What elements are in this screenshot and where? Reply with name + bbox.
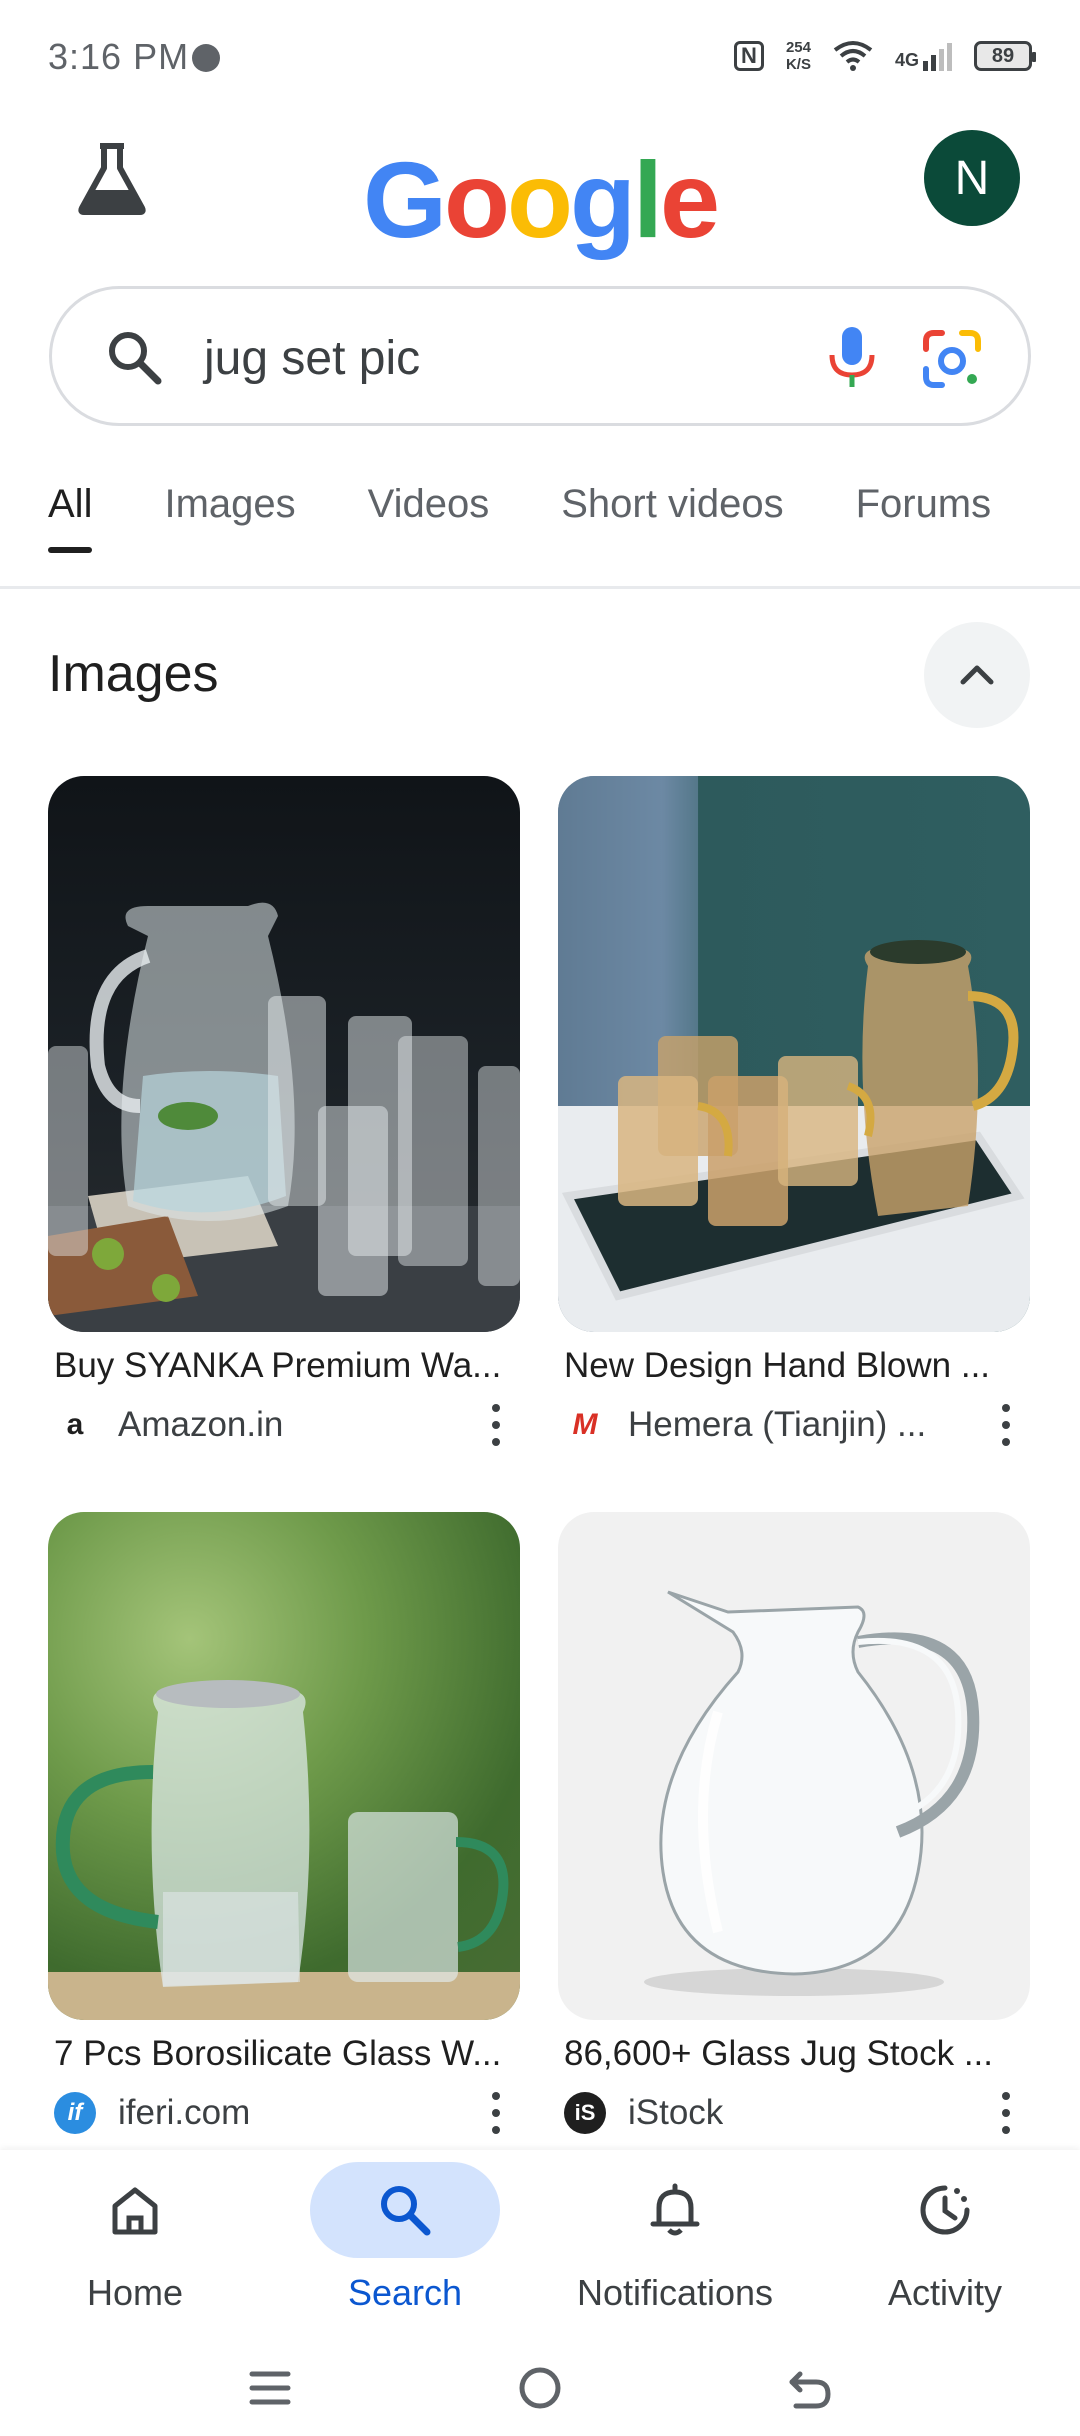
image-caption[interactable]: 7 Pcs Borosilicate Glass W... <box>48 2034 520 2074</box>
image-caption[interactable]: New Design Hand Blown ... <box>558 1346 1030 1386</box>
tab-images[interactable]: Images <box>164 482 295 553</box>
images-section-title: Images <box>48 645 219 703</box>
image-thumbnail[interactable] <box>48 1512 520 2020</box>
wifi-icon <box>833 41 873 71</box>
iferi-favicon: if <box>54 2092 96 2134</box>
network-speed: 254 K/S <box>786 39 811 73</box>
system-navigation-bar <box>0 2340 1080 2436</box>
source-name: Hemera (Tianjin) ... <box>628 1405 927 1444</box>
image-source[interactable]: iS iStock <box>558 2088 1030 2138</box>
search-box[interactable]: jug set pic <box>49 286 1031 426</box>
home-icon <box>112 2187 158 2235</box>
back-icon[interactable] <box>782 2360 838 2416</box>
image-thumbnail[interactable] <box>558 1512 1030 2020</box>
network-type: 4G <box>894 50 919 70</box>
amber-jug-set-image <box>558 776 1030 1332</box>
image-result[interactable]: Buy SYANKA Premium Wa... a Amazon.in <box>48 776 520 1450</box>
nav-activity[interactable]: Activity <box>810 2150 1080 2340</box>
network-speed-unit: K/S <box>785 56 811 73</box>
image-result[interactable]: 7 Pcs Borosilicate Glass W... if iferi.c… <box>48 1512 520 2138</box>
tab-short-videos[interactable]: Short videos <box>561 482 783 553</box>
tabs-divider <box>0 586 1080 589</box>
network-speed-value: 254 <box>785 39 811 56</box>
home-button-icon[interactable] <box>512 2360 568 2416</box>
account-avatar[interactable]: N <box>924 130 1020 226</box>
search-icon <box>381 2186 431 2236</box>
source-name: iferi.com <box>118 2093 251 2132</box>
activity-icon <box>920 2185 970 2235</box>
tab-videos[interactable]: Videos <box>368 482 490 553</box>
glass-pitcher-image <box>48 902 520 1332</box>
search-icon <box>109 332 162 385</box>
search-tabs: All Images Videos Short videos Forums <box>48 482 991 553</box>
image-source[interactable]: if iferi.com <box>48 2088 520 2138</box>
nav-home-label: Home <box>86 2272 184 2313</box>
istock-favicon: iS <box>564 2092 606 2134</box>
recents-menu-icon[interactable] <box>242 2360 298 2416</box>
clear-glass-pitcher-image <box>644 1590 980 1996</box>
chevron-up-icon <box>960 665 994 685</box>
bell-icon <box>650 2183 700 2236</box>
more-options-icon[interactable] <box>1000 2092 1012 2134</box>
nav-search[interactable]: Search <box>270 2150 540 2340</box>
tab-all[interactable]: All <box>48 482 93 553</box>
source-name: Amazon.in <box>118 1405 284 1444</box>
nav-activity-label: Activity <box>887 2272 1002 2313</box>
more-options-icon[interactable] <box>490 2092 502 2134</box>
search-query[interactable]: jug set pic <box>204 331 420 386</box>
mic-icon[interactable] <box>822 325 882 391</box>
logo-letter: e <box>659 139 720 260</box>
collapse-section-button[interactable] <box>924 622 1030 728</box>
nav-home[interactable]: Home <box>0 2150 270 2340</box>
hemera-favicon: M <box>564 1404 606 1446</box>
nfc-icon: N <box>733 41 764 71</box>
google-logo: Google <box>0 140 1080 260</box>
image-source[interactable]: M Hemera (Tianjin) ... <box>558 1400 1030 1450</box>
more-options-icon[interactable] <box>490 1404 502 1446</box>
logo-letter: o <box>443 139 510 260</box>
logo-letter: g <box>569 139 636 260</box>
chat-notification-icon <box>192 44 220 72</box>
image-caption[interactable]: Buy SYANKA Premium Wa... <box>48 1346 520 1386</box>
glass-jug-set-image <box>48 1680 520 2020</box>
cell-signal-icon: 4G <box>895 41 952 71</box>
source-name: iStock <box>628 2093 724 2132</box>
image-caption[interactable]: 86,600+ Glass Jug Stock ... <box>558 2034 1030 2074</box>
status-icons: N 254 K/S 4G 89 <box>733 34 1036 78</box>
more-options-icon[interactable] <box>1000 1404 1012 1446</box>
bottom-navigation: Home Search Notifications Activity <box>0 2150 1080 2340</box>
nav-notifications-label: Notifications <box>576 2272 774 2313</box>
signal-bars-icon <box>923 43 952 71</box>
logo-letter: o <box>506 139 573 260</box>
logo-letter: l <box>632 139 663 260</box>
logo-letter: G <box>362 139 447 260</box>
image-result[interactable]: New Design Hand Blown ... M Hemera (Tian… <box>558 776 1030 1450</box>
amazon-favicon: a <box>54 1404 96 1446</box>
nav-notifications[interactable]: Notifications <box>540 2150 810 2340</box>
nav-search-label: Search <box>347 2272 463 2313</box>
tab-forums[interactable]: Forums <box>856 482 992 553</box>
image-source[interactable]: a Amazon.in <box>48 1400 520 1450</box>
image-thumbnail[interactable] <box>558 776 1030 1332</box>
battery-indicator: 89 <box>974 41 1036 71</box>
google-lens-icon[interactable] <box>920 327 984 391</box>
status-time: 3:16 PM <box>48 36 190 77</box>
image-thumbnail[interactable] <box>48 776 520 1332</box>
image-result[interactable]: 86,600+ Glass Jug Stock ... iS iStock <box>558 1512 1030 2138</box>
